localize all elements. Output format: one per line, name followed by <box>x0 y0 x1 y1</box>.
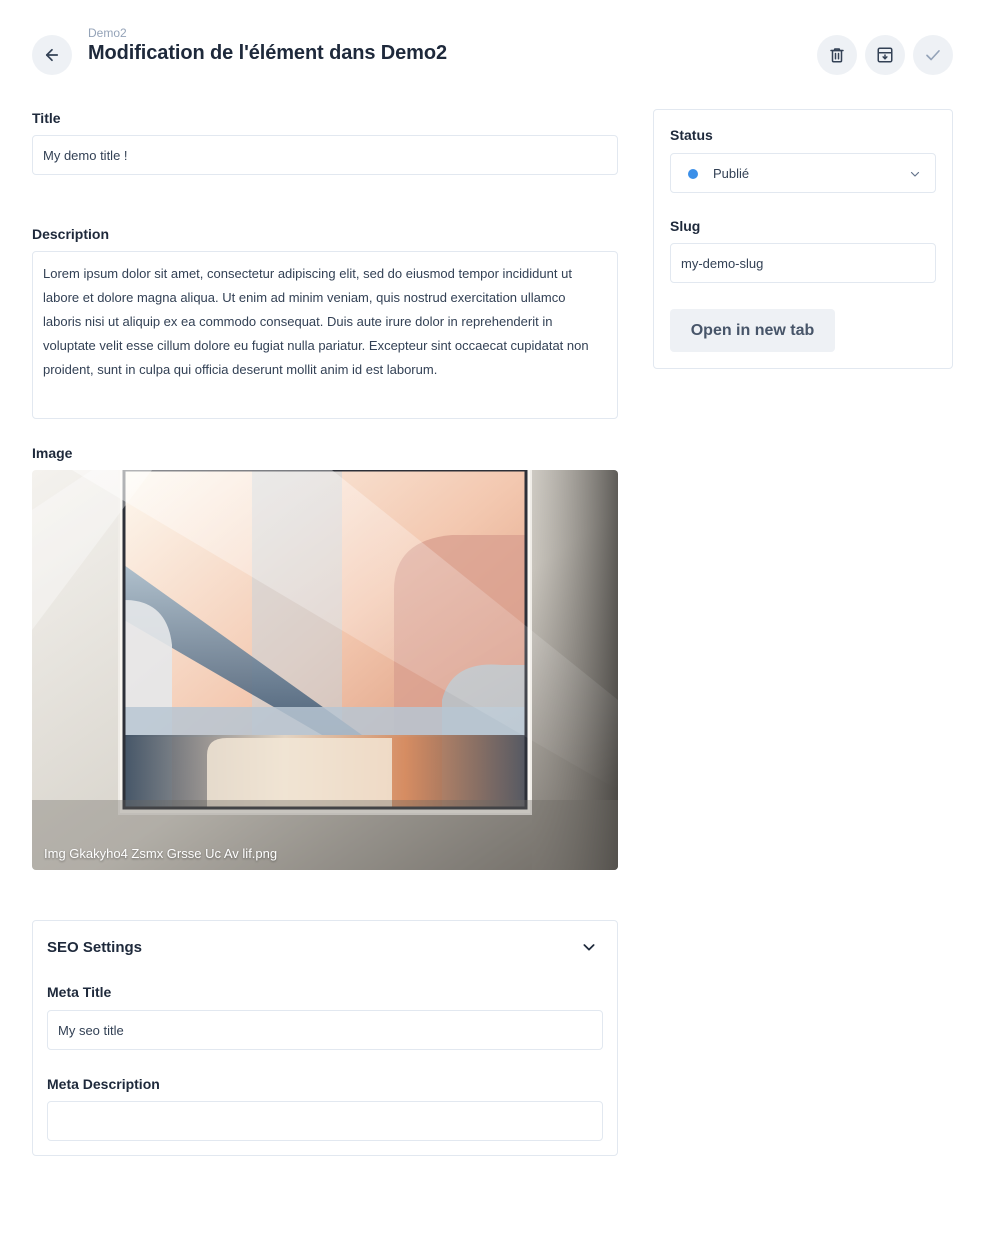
meta-description-input[interactable] <box>47 1101 603 1141</box>
confirm-button[interactable] <box>913 35 953 75</box>
archive-button[interactable] <box>865 35 905 75</box>
title-input[interactable] <box>32 135 618 175</box>
meta-title-label: Meta Title <box>47 984 112 1000</box>
page-title: Modification de l'élément dans Demo2 <box>88 42 447 64</box>
status-select[interactable]: Publié <box>670 153 936 193</box>
chevron-down-icon <box>910 171 920 177</box>
back-button[interactable] <box>32 35 72 75</box>
seo-settings-title: SEO Settings <box>47 939 143 956</box>
seo-settings-toggle[interactable]: SEO Settings <box>33 921 617 973</box>
publish-sidebar: Status Publié Slug Open in new tab <box>653 109 953 369</box>
open-in-new-tab-button[interactable]: Open in new tab <box>670 309 835 352</box>
chevron-down-icon <box>583 944 595 951</box>
abstract-artwork-image <box>32 470 618 870</box>
status-label: Status <box>670 127 713 143</box>
description-textarea[interactable]: Lorem ipsum dolor sit amet, consectetur … <box>32 251 618 419</box>
image-preview[interactable]: Img Gkakyho4 Zsmx Grsse Uc Av lif.png <box>32 470 618 870</box>
image-filename: Img Gkakyho4 Zsmx Grsse Uc Av lif.png <box>44 846 278 861</box>
slug-label: Slug <box>670 218 701 234</box>
breadcrumb[interactable]: Demo2 <box>88 26 127 40</box>
archive-icon <box>877 47 893 63</box>
image-label: Image <box>32 445 73 461</box>
trash-icon <box>830 48 844 63</box>
arrow-left-icon <box>45 48 59 62</box>
meta-description-label: Meta Description <box>47 1076 160 1092</box>
status-dot <box>688 169 698 179</box>
status-value: Publié <box>713 166 750 181</box>
delete-button[interactable] <box>817 35 857 75</box>
slug-input[interactable] <box>670 243 936 283</box>
title-label: Title <box>32 110 61 126</box>
meta-title-input[interactable] <box>47 1010 603 1050</box>
seo-settings-panel: SEO Settings Meta Title Meta Description <box>32 920 618 1156</box>
check-icon <box>926 50 940 61</box>
description-label: Description <box>32 226 110 242</box>
